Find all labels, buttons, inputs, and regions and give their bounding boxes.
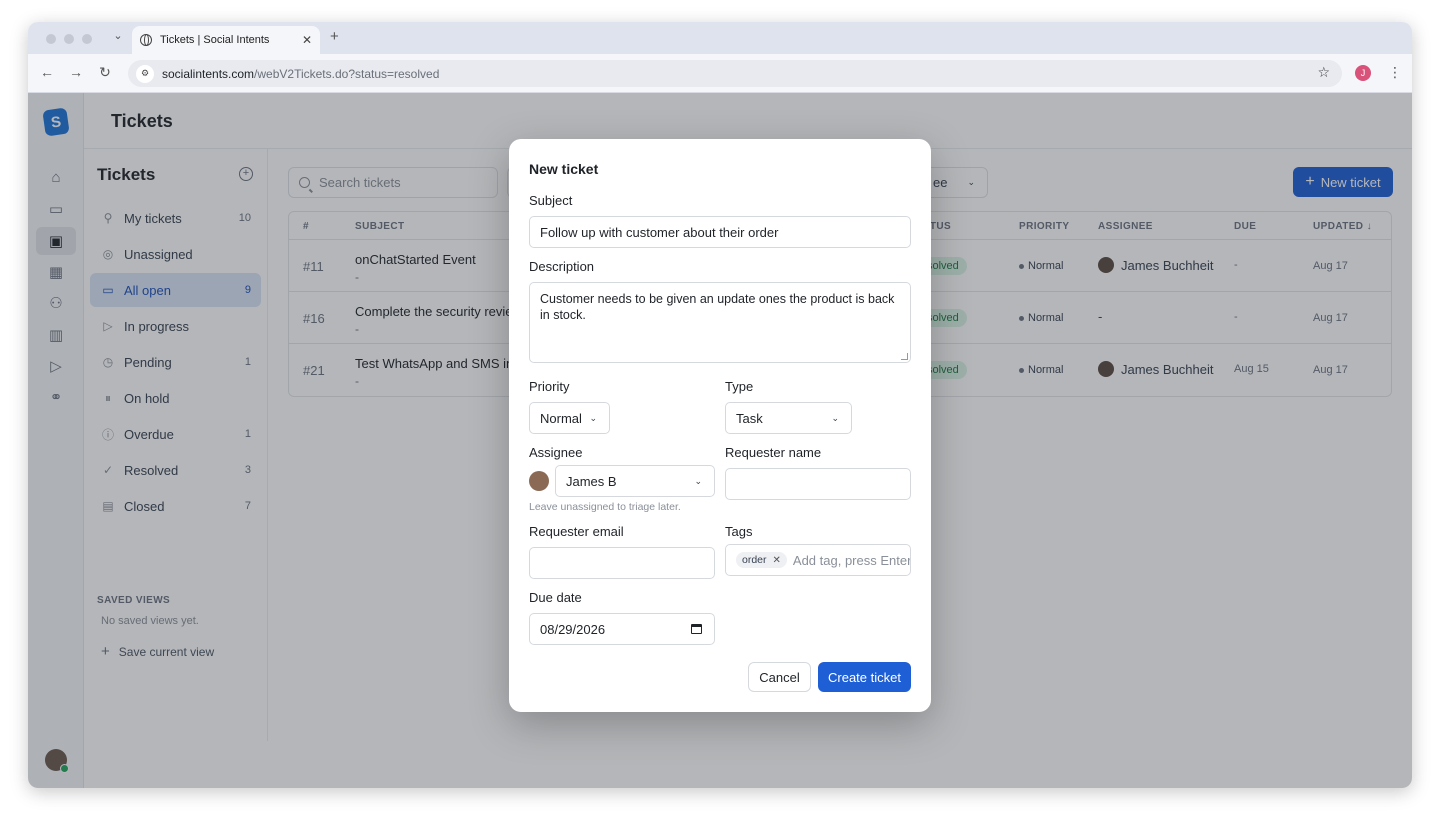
- chevron-down-icon: ⌄: [831, 412, 839, 423]
- assignee-select[interactable]: James B ⌄: [555, 465, 715, 497]
- modal-title: New ticket: [529, 161, 599, 177]
- browser-toolbar: ← → ↻ ⚙ socialintents.com/webV2Tickets.d…: [28, 54, 1412, 93]
- browser-tab[interactable]: Tickets | Social Intents ✕: [132, 26, 320, 54]
- remove-tag-icon[interactable]: ✕: [773, 555, 781, 566]
- reload-icon[interactable]: ↻: [96, 64, 114, 81]
- url-path: /webV2Tickets.do?status=resolved: [254, 66, 440, 81]
- create-ticket-button[interactable]: Create ticket: [818, 662, 911, 692]
- url-host: socialintents.com: [162, 66, 255, 81]
- browser-tab-bar: ⌄ Tickets | Social Intents ✕ +: [28, 22, 1412, 54]
- cancel-button[interactable]: Cancel: [748, 662, 811, 692]
- resize-handle-icon[interactable]: [901, 353, 908, 360]
- avatar: [529, 471, 549, 491]
- maximize-window-button[interactable]: [82, 34, 92, 44]
- close-window-button[interactable]: [46, 34, 56, 44]
- bookmark-star-icon[interactable]: ☆: [1317, 64, 1330, 81]
- minimize-window-button[interactable]: [64, 34, 74, 44]
- tag-chip: order ✕: [736, 552, 787, 568]
- new-tab-plus-icon[interactable]: +: [330, 28, 339, 45]
- due-date-input[interactable]: 08/29/2026: [529, 613, 715, 645]
- requester-name-label: Requester name: [725, 445, 822, 460]
- description-label: Description: [529, 259, 595, 274]
- priority-value: Normal: [540, 410, 582, 426]
- type-value: Task: [736, 410, 763, 426]
- tab-search-chevron-icon[interactable]: ⌄: [110, 29, 126, 42]
- new-ticket-modal: New ticket Subject Follow up with custom…: [509, 139, 931, 712]
- priority-label: Priority: [529, 379, 570, 394]
- tags-label: Tags: [725, 524, 753, 539]
- due-date-label: Due date: [529, 590, 582, 605]
- tags-placeholder: Add tag, press Enter: [792, 552, 910, 568]
- globe-icon: [140, 34, 152, 46]
- back-arrow-icon[interactable]: ←: [38, 64, 56, 80]
- tags-input[interactable]: order ✕ Add tag, press Enter: [725, 544, 911, 576]
- close-icon[interactable]: ✕: [302, 33, 312, 47]
- description-textarea[interactable]: Customer needs to be given an update one…: [529, 282, 911, 363]
- subject-label: Subject: [529, 193, 573, 208]
- profile-avatar[interactable]: J: [1355, 65, 1371, 81]
- priority-select[interactable]: Normal ⌄: [529, 402, 610, 434]
- window-controls: [46, 34, 92, 44]
- address-bar[interactable]: ⚙ socialintents.com/webV2Tickets.do?stat…: [128, 60, 1342, 87]
- chevron-down-icon: ⌄: [694, 475, 702, 486]
- type-select[interactable]: Task ⌄: [725, 402, 852, 434]
- type-label: Type: [725, 379, 754, 394]
- assignee-value: James B: [566, 473, 617, 489]
- chevron-down-icon: ⌄: [589, 412, 597, 423]
- browser-menu-icon[interactable]: ⋮: [1388, 64, 1402, 81]
- requester-email-label: Requester email: [529, 524, 624, 539]
- forward-arrow-icon[interactable]: →: [67, 64, 85, 80]
- requester-email-input[interactable]: [529, 547, 715, 579]
- requester-name-input[interactable]: [725, 468, 911, 500]
- tag-label: order: [742, 554, 767, 566]
- due-date-value: 08/29/2026: [540, 621, 606, 637]
- assignee-hint: Leave unassigned to triage later.: [529, 501, 681, 513]
- calendar-icon[interactable]: [691, 624, 702, 634]
- tab-title: Tickets | Social Intents: [160, 34, 270, 46]
- site-settings-icon[interactable]: ⚙: [136, 64, 154, 83]
- assignee-label: Assignee: [529, 445, 583, 460]
- subject-input[interactable]: Follow up with customer about their orde…: [529, 216, 911, 248]
- description-text: Customer needs to be given an update one…: [540, 292, 895, 322]
